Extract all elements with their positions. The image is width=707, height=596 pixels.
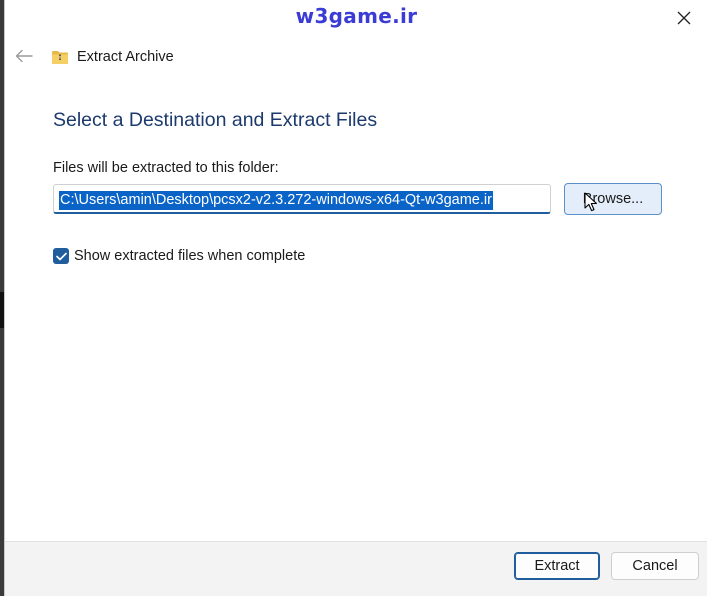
dialog-title-row: Extract Archive: [51, 46, 174, 68]
extract-button[interactable]: Extract: [514, 552, 600, 580]
extract-archive-dialog: w3game.ir Extract Archive Select a Desti…: [4, 0, 707, 596]
show-files-checkbox[interactable]: [53, 248, 69, 264]
close-button[interactable]: [665, 2, 703, 34]
close-icon: [677, 11, 691, 25]
show-files-label: Show extracted files when complete: [74, 248, 306, 264]
browse-button[interactable]: Browse...: [564, 183, 662, 215]
zip-folder-icon: [52, 51, 68, 64]
back-button[interactable]: [9, 42, 39, 70]
destination-label: Files will be extracted to this folder:: [53, 160, 279, 176]
checkmark-icon: [55, 252, 67, 260]
watermark-text: w3game.ir: [295, 4, 418, 28]
page-heading: Select a Destination and Extract Files: [53, 109, 378, 131]
dialog-footer: Extract Cancel: [5, 541, 707, 596]
dialog-title: Extract Archive: [77, 49, 174, 65]
destination-path-text: C:\Users\amin\Desktop\pcsx2-v2.3.272-win…: [59, 191, 493, 210]
destination-path-input[interactable]: C:\Users\amin\Desktop\pcsx2-v2.3.272-win…: [53, 184, 551, 214]
cancel-button[interactable]: Cancel: [611, 552, 699, 580]
back-arrow-icon: [15, 49, 33, 63]
show-files-option[interactable]: Show extracted files when complete: [53, 248, 305, 264]
